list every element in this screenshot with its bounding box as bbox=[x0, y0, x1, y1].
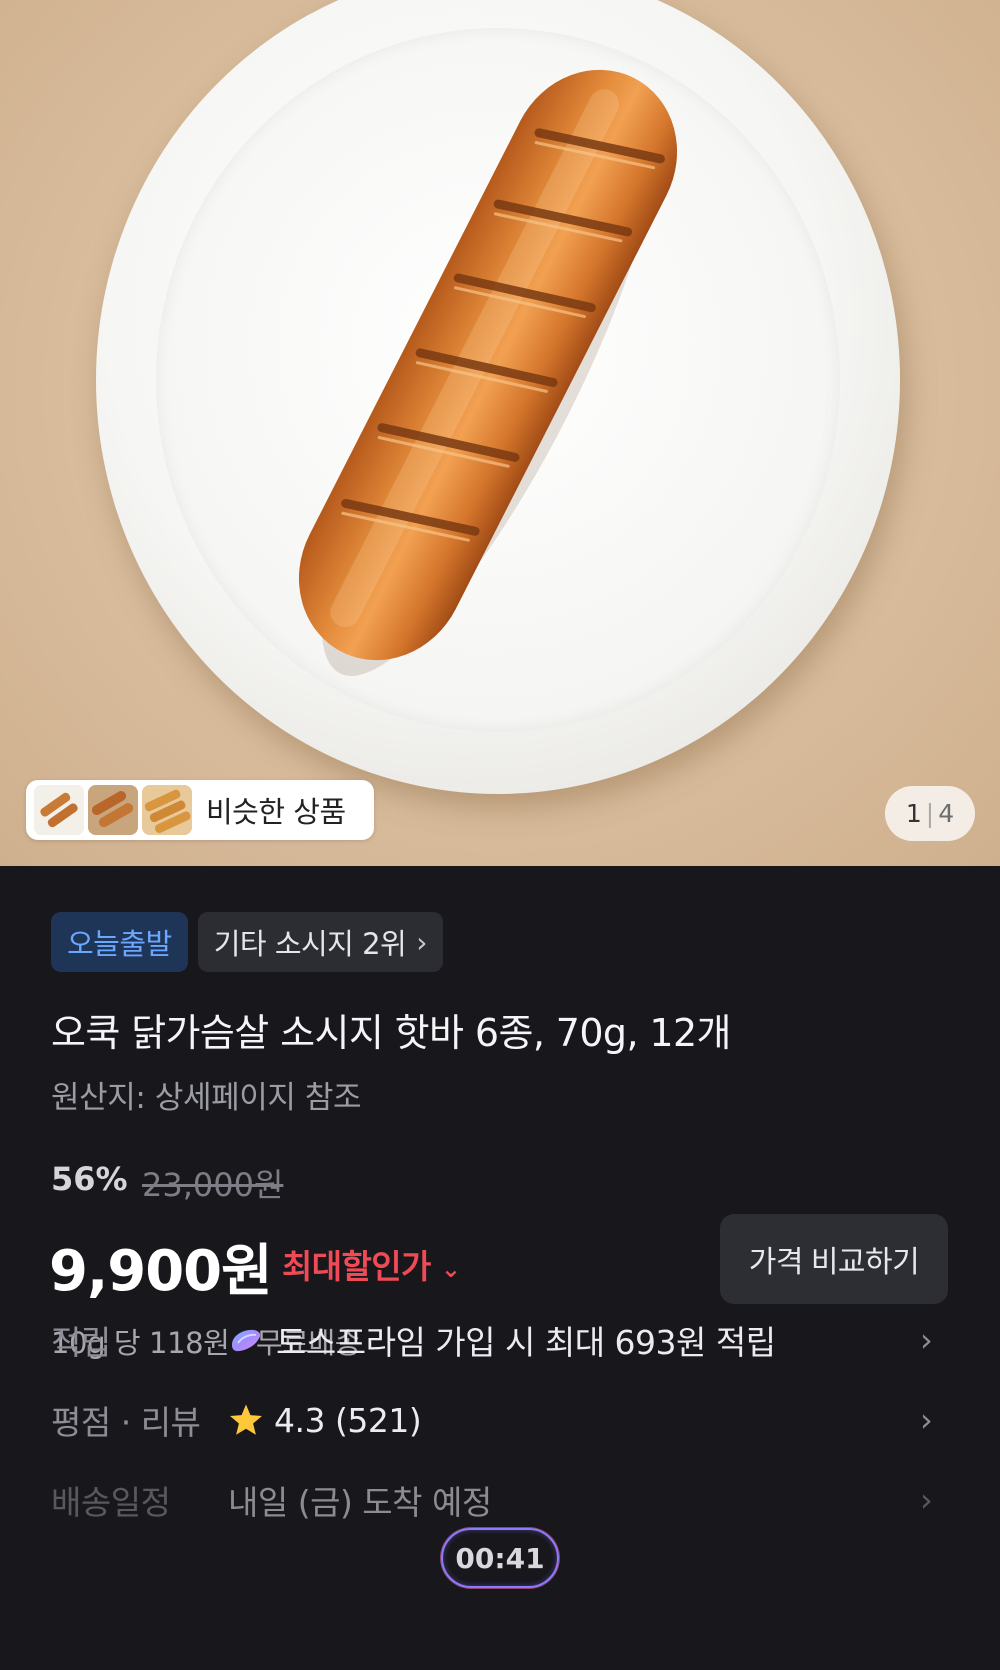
sale-price: 9,900원 bbox=[49, 1239, 273, 1304]
image-page-counter: 1 | 4 bbox=[885, 786, 975, 841]
delivery-schedule-row[interactable]: 배송일정 내일 (금) 도착 예정 › bbox=[0, 1468, 1000, 1532]
chevron-right-icon: › bbox=[920, 1401, 933, 1439]
sausage-image bbox=[298, 69, 678, 676]
reward-label: 적립 bbox=[51, 1323, 111, 1362]
category-ranking-badge[interactable]: 기타 소시지 2위 › bbox=[197, 912, 443, 972]
discount-rate: 56% bbox=[51, 1160, 128, 1198]
similar-products-label: 비슷한 상품 bbox=[206, 795, 346, 829]
max-discount-label: 최대할인가 bbox=[282, 1247, 431, 1286]
recording-timer: 00:41 bbox=[441, 1528, 559, 1588]
product-title: 오쿡 닭가슴살 소시지 핫바 6종, 70g, 12개 bbox=[51, 1011, 732, 1055]
rating-value: 4.3 (521) bbox=[274, 1400, 422, 1440]
product-origin: 원산지: 상세페이지 참조 bbox=[51, 1080, 362, 1116]
similar-thumbnail bbox=[142, 785, 192, 835]
rating-review-label: 평점 · 리뷰 bbox=[51, 1403, 201, 1442]
badge-row: 오늘출발 기타 소시지 2위 › bbox=[51, 912, 443, 972]
star-icon bbox=[230, 1404, 262, 1435]
product-image[interactable]: 비슷한 상품 1 | 4 bbox=[0, 0, 1000, 866]
max-discount-dropdown[interactable]: 최대할인가 ⌄ bbox=[282, 1240, 461, 1288]
price-compare-button[interactable]: 가격 비교하기 bbox=[720, 1214, 948, 1304]
delivery-schedule-value: 내일 (금) 도착 예정 bbox=[228, 1483, 492, 1522]
today-shipping-badge: 오늘출발 bbox=[51, 912, 188, 972]
today-shipping-label: 오늘출발 bbox=[67, 927, 172, 961]
reward-value: 토스프라임 가입 시 최대 693원 적립 bbox=[276, 1323, 776, 1362]
counter-current: 1 bbox=[905, 799, 922, 828]
category-ranking-label: 기타 소시지 2위 bbox=[213, 927, 407, 961]
reward-row[interactable]: 적립 토스프라임 가입 시 최대 693원 적립 › bbox=[0, 1308, 1000, 1372]
original-price: 23,000원 bbox=[142, 1166, 284, 1204]
counter-separator: | bbox=[925, 799, 935, 828]
counter-total: 4 bbox=[938, 799, 955, 828]
toss-prime-icon bbox=[232, 1329, 261, 1352]
similar-thumbnail bbox=[88, 785, 138, 835]
delivery-schedule-label: 배송일정 bbox=[51, 1483, 171, 1522]
chevron-down-icon: ⌄ bbox=[440, 1254, 461, 1283]
chevron-right-icon: › bbox=[920, 1321, 933, 1359]
chevron-right-icon: › bbox=[920, 1481, 933, 1519]
similar-products-button[interactable]: 비슷한 상품 bbox=[26, 780, 374, 840]
similar-thumbnail bbox=[34, 785, 84, 835]
chevron-right-icon: › bbox=[416, 925, 427, 959]
rating-review-row[interactable]: 평점 · 리뷰 4.3 (521) › bbox=[0, 1388, 1000, 1452]
